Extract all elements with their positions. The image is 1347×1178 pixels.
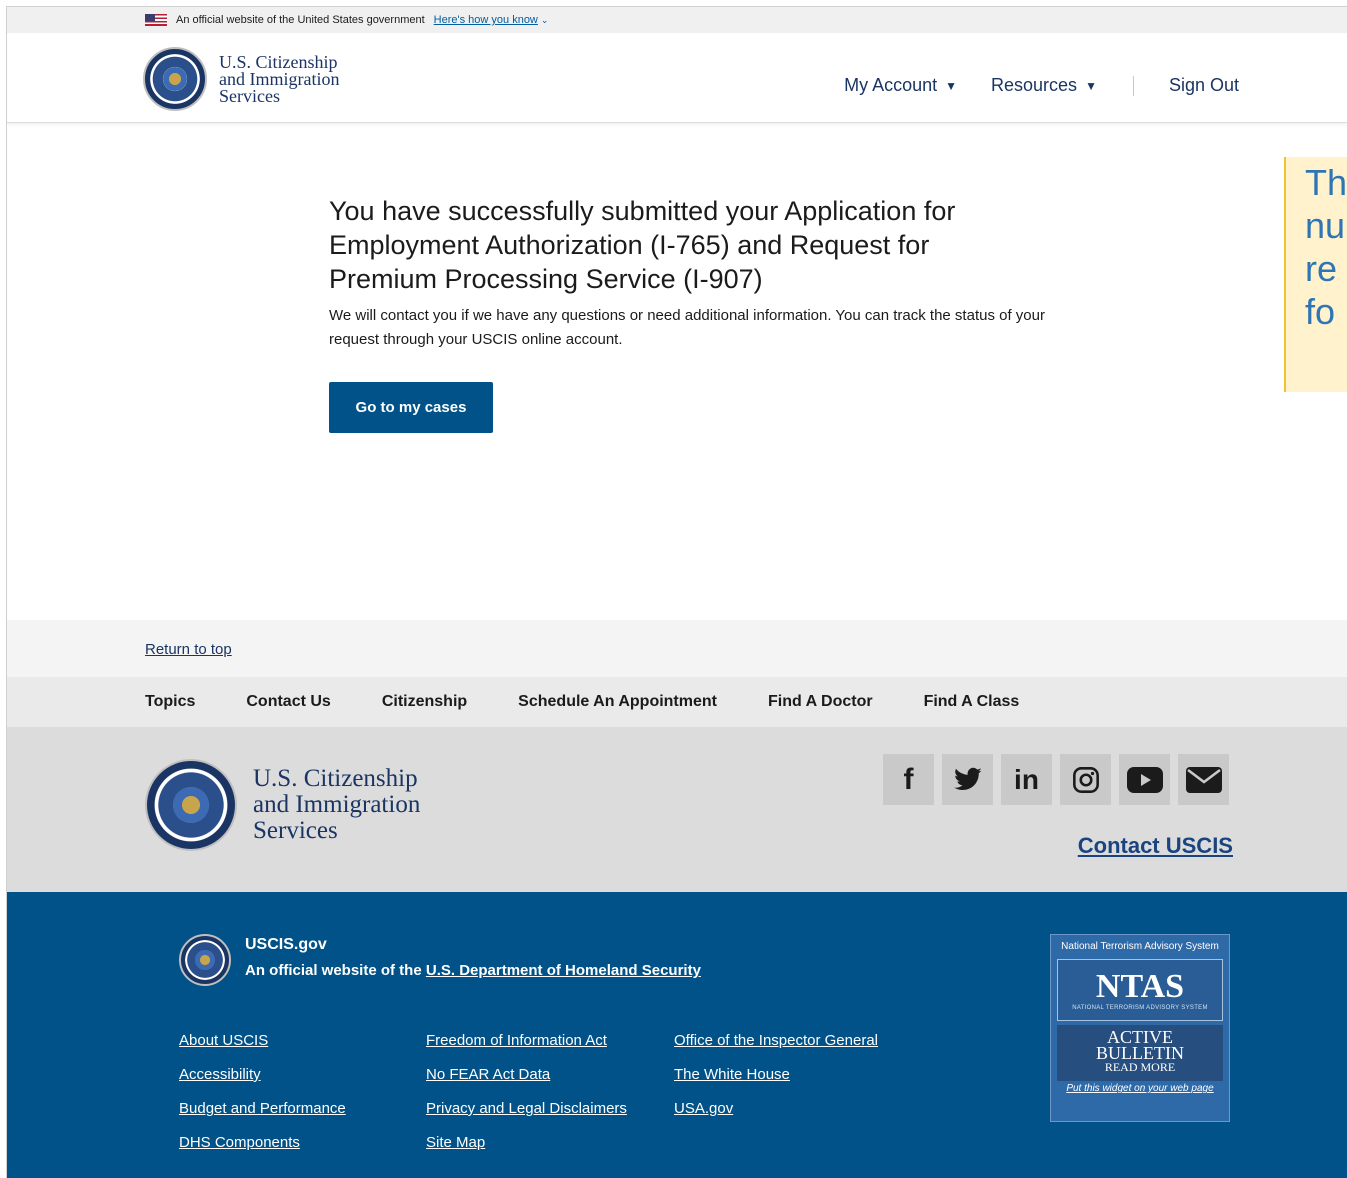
caret-down-icon: ▼ [1085, 78, 1097, 93]
return-to-top-link[interactable]: Return to top [145, 641, 232, 658]
footer-nav-find-doctor[interactable]: Find A Doctor [768, 693, 873, 711]
caret-down-icon: ▼ [945, 78, 958, 93]
footer-logo-text: U.S. Citizenship and Immigration Service… [253, 766, 420, 844]
logo-text: U.S. Citizenship and Immigration Service… [219, 51, 340, 106]
footer-nav-citizenship[interactable]: Citizenship [382, 693, 467, 711]
footer-link-privacy[interactable]: Privacy and Legal Disclaimers [426, 1092, 627, 1126]
uscis-gov-label: USCIS.gov [245, 936, 327, 953]
resources-menu[interactable]: Resources ▼ [991, 75, 1097, 96]
instagram-icon[interactable] [1060, 754, 1111, 805]
gov-banner: An official website of the United States… [7, 7, 1347, 33]
dhs-seal-icon [143, 47, 207, 111]
dhs-seal-icon [179, 934, 231, 986]
social-links: f in [883, 754, 1229, 805]
us-flag-icon [145, 14, 167, 26]
confirmation-message: We will contact you if we have any quest… [329, 307, 1045, 348]
page-title: You have successfully submitted your App… [329, 196, 956, 294]
ntas-wordmark: NTAS [1095, 968, 1185, 1005]
heres-how-you-know-link[interactable]: Here's how you know [434, 14, 538, 26]
ntas-logo: NTAS NATIONAL TERRORISM ADVISORY SYSTEM [1057, 959, 1223, 1021]
logo-line-3: Services [219, 85, 280, 106]
twitter-icon[interactable] [942, 754, 993, 805]
footer-nav-topics[interactable]: Topics [145, 693, 195, 711]
facebook-icon[interactable]: f [883, 754, 934, 805]
footer-link-usa-gov[interactable]: USA.gov [674, 1092, 878, 1126]
ntas-widget[interactable]: National Terrorism Advisory System NTAS … [1050, 934, 1230, 1122]
linkedin-icon[interactable]: in [1001, 754, 1052, 805]
my-account-label: My Account [844, 75, 938, 95]
logo-line-1: U.S. Citizenship [219, 51, 338, 72]
callout-line: fo [1305, 291, 1336, 332]
footer-bottom: USCIS.gov An official website of the U.S… [7, 892, 1347, 1178]
uscis-logo[interactable]: U.S. Citizenship and Immigration Service… [143, 47, 339, 111]
ntas-widget-link[interactable]: Put this widget on your web page [1051, 1083, 1229, 1094]
ntas-read-more: READ MORE [1104, 1060, 1176, 1074]
footer-link-site-map[interactable]: Site Map [426, 1126, 627, 1160]
go-to-my-cases-button[interactable]: Go to my cases [329, 382, 493, 433]
footer-nav-find-class[interactable]: Find A Class [924, 693, 1020, 711]
callout-line: nu [1305, 205, 1346, 246]
main-content: You have successfully submitted your App… [7, 123, 1347, 620]
footer-link-no-fear-act[interactable]: No FEAR Act Data [426, 1058, 627, 1092]
browser-page: An official website of the United States… [6, 6, 1347, 1178]
footer-link-white-house[interactable]: The White House [674, 1058, 878, 1092]
footer-links-column-3: Office of the Inspector General The Whit… [674, 1024, 878, 1126]
site-header: U.S. Citizenship and Immigration Service… [7, 33, 1347, 123]
dhs-seal-icon [145, 759, 237, 851]
footer-link-inspector-general[interactable]: Office of the Inspector General [674, 1024, 878, 1058]
resources-label: Resources [991, 75, 1078, 95]
ntas-subtitle: NATIONAL TERRORISM ADVISORY SYSTEM [1072, 1005, 1208, 1011]
footer-link-about-uscis[interactable]: About USCIS [179, 1024, 346, 1058]
logo-line-2: and Immigration [219, 68, 340, 89]
chevron-down-icon[interactable]: ⌄ [541, 15, 549, 26]
footer-links-column-1: About USCIS Accessibility Budget and Per… [179, 1024, 346, 1160]
annotation-callout: Th nu re fo [1284, 157, 1347, 392]
youtube-icon[interactable] [1119, 754, 1170, 805]
email-icon[interactable] [1178, 754, 1229, 805]
footer-nav-contact-us[interactable]: Contact Us [246, 693, 330, 711]
official-website-text: An official website of the U.S. Departme… [245, 962, 701, 979]
logo-line-3: Services [253, 817, 338, 844]
footer-link-dhs-components[interactable]: DHS Components [179, 1126, 346, 1160]
logo-line-1: U.S. Citizenship [253, 765, 418, 792]
ntas-active-bulletin[interactable]: ACTIVE BULLETIN READ MORE [1057, 1025, 1223, 1081]
header-nav: My Account ▼ Resources ▼ Sign Out [844, 75, 1239, 96]
logo-line-2: and Immigration [253, 791, 421, 818]
my-account-menu[interactable]: My Account ▼ [844, 75, 957, 96]
footer-nav-schedule-appointment[interactable]: Schedule An Appointment [518, 693, 717, 711]
ntas-bulletin-label: BULLETIN [1096, 1043, 1184, 1063]
footer-logo-bar: U.S. Citizenship and Immigration Service… [7, 727, 1347, 892]
callout-line: re [1305, 248, 1338, 289]
footer-uscis-logo[interactable]: U.S. Citizenship and Immigration Service… [145, 759, 420, 851]
nav-divider [1132, 75, 1134, 96]
contact-uscis-link[interactable]: Contact USCIS [1078, 833, 1233, 859]
official-prefix: An official website of the [245, 962, 426, 979]
footer-link-foia[interactable]: Freedom of Information Act [426, 1024, 627, 1058]
footer-nav: Topics Contact Us Citizenship Schedule A… [7, 677, 1347, 727]
gov-banner-text: An official website of the United States… [176, 14, 425, 26]
dhs-link[interactable]: U.S. Department of Homeland Security [426, 962, 701, 979]
return-to-top-bar: Return to top [7, 620, 1347, 677]
footer-link-accessibility[interactable]: Accessibility [179, 1058, 346, 1092]
footer-links-column-2: Freedom of Information Act No FEAR Act D… [426, 1024, 627, 1160]
sign-out-link[interactable]: Sign Out [1169, 75, 1239, 96]
footer-link-budget-performance[interactable]: Budget and Performance [179, 1092, 346, 1126]
callout-line: Th [1305, 162, 1347, 203]
ntas-title: National Terrorism Advisory System [1061, 941, 1219, 952]
